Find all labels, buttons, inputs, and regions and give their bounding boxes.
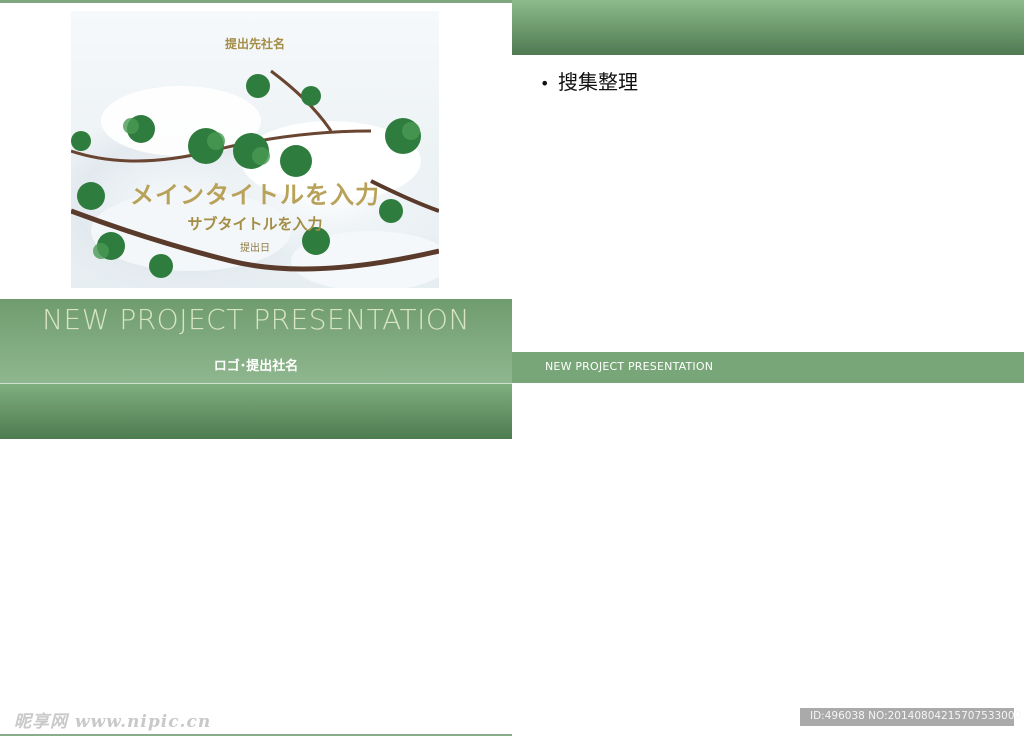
top-divider — [0, 0, 512, 3]
slide-header-band — [512, 0, 1024, 55]
id-text: ID:496038 NO:20140804215707533000 — [810, 710, 1022, 722]
bottom-divider — [0, 734, 512, 736]
left-slide: 提出先社名 メインタイトルを入力 サブタイトルを入力 提出日 NEW PROJE… — [0, 0, 512, 737]
slide-footer-band: NEW PROJECT PRESENTATION — [512, 352, 1024, 383]
footer-title: NEW PROJECT PRESENTATION — [545, 360, 714, 373]
main-title-placeholder: メインタイトルを入力 — [130, 181, 380, 209]
right-slide: • 搜集整理 NEW PROJECT PRESENTATION ID:496038… — [512, 0, 1024, 737]
id-watermark: ID:496038 NO:20140804215707533000 — [800, 708, 1021, 726]
lower-green-band — [0, 384, 512, 439]
cover-photo: 提出先社名 メインタイトルを入力 サブタイトルを入力 提出日 — [71, 11, 439, 288]
presentation-title: NEW PROJECT PRESENTATION — [42, 303, 470, 336]
bullet-icon: • — [540, 74, 550, 93]
company-name-placeholder: 提出先社名 — [224, 37, 285, 51]
bullet-list-item: • 搜集整理 — [540, 66, 638, 95]
date-placeholder: 提出日 — [240, 243, 270, 254]
subtitle-placeholder: サブタイトルを入力 — [187, 215, 323, 233]
site-watermark: 昵享网 www.nipic.cn — [14, 712, 212, 732]
title-band: NEW PROJECT PRESENTATION ロゴ･提出社名 — [0, 299, 512, 383]
bullet-text: 搜集整理 — [558, 70, 638, 94]
logo-company-line: ロゴ･提出社名 — [213, 359, 299, 374]
